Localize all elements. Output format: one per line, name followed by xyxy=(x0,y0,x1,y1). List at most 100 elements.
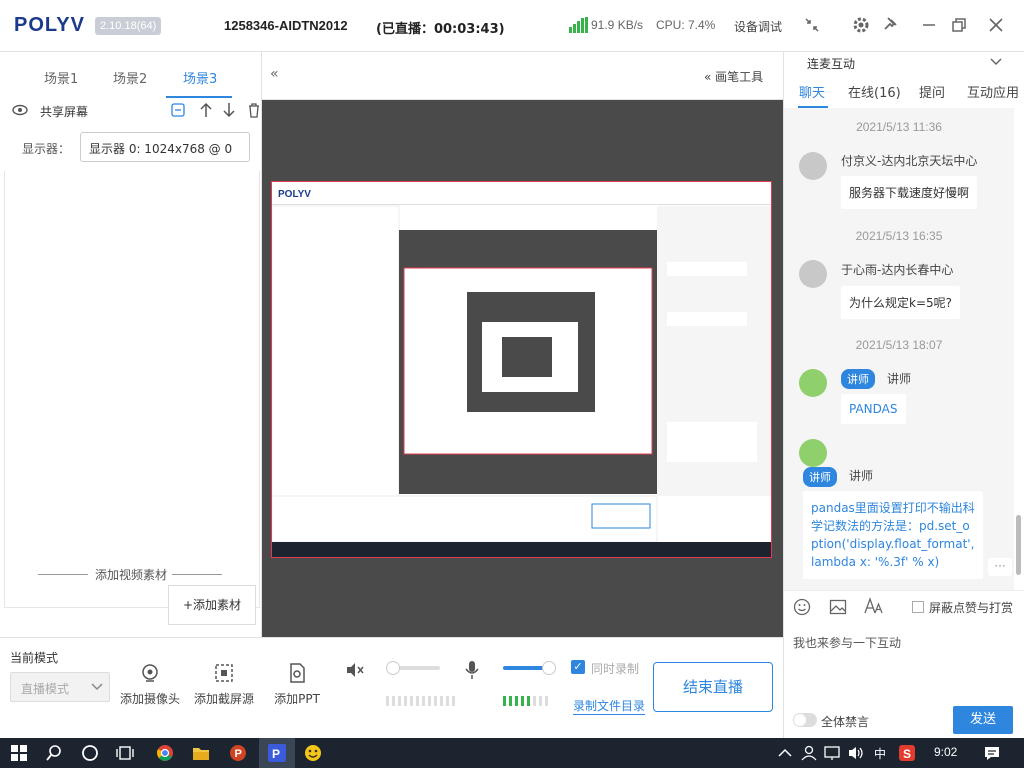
screenshot-icon xyxy=(213,662,235,684)
polyv-logo: POLYV xyxy=(14,14,85,36)
chevron-up-icon[interactable] xyxy=(776,744,794,762)
tab-online[interactable]: 在线(16) xyxy=(848,82,901,101)
message-username: 讲师 xyxy=(887,372,912,386)
collapse-arrows-icon[interactable] xyxy=(801,14,823,36)
record-dir-link[interactable]: 录制文件目录 xyxy=(573,697,646,715)
mode-select-value: 直播模式 xyxy=(21,682,70,696)
active-tab-indicator xyxy=(166,96,232,98)
source-name: 共享屏幕 xyxy=(40,105,89,119)
divider-right xyxy=(172,574,222,575)
svg-text:POLYV: POLYV xyxy=(278,189,311,200)
search-icon[interactable] xyxy=(45,744,63,762)
image-icon[interactable] xyxy=(829,598,847,616)
pin-icon[interactable] xyxy=(880,14,902,36)
cpu-usage: CPU: 7.4% xyxy=(656,18,716,32)
sync-record-checkbox[interactable]: ✓ xyxy=(571,660,585,674)
close-icon[interactable] xyxy=(985,14,1007,36)
message-bubble: 为什么规定k=5呢? xyxy=(841,286,961,319)
avatar xyxy=(799,369,827,397)
sogou-icon[interactable]: S xyxy=(898,744,916,762)
move-down-icon[interactable] xyxy=(222,102,236,118)
divider-left xyxy=(38,574,88,575)
ppt-icon xyxy=(286,662,308,684)
mute-all-toggle-knob xyxy=(794,714,806,726)
polyv-taskbar-item[interactable]: P xyxy=(259,738,295,768)
message-timestamp: 2021/5/13 16:35 xyxy=(855,229,943,243)
tab-chat[interactable]: 聊天 xyxy=(799,82,825,101)
network-speed: 91.9 KB/s xyxy=(591,18,644,32)
mic-slider-knob[interactable] xyxy=(542,661,556,675)
speaker-muted-icon[interactable] xyxy=(345,662,365,678)
gear-icon[interactable] xyxy=(850,14,872,36)
device-debug-button[interactable]: 设备调试 xyxy=(734,18,782,35)
chrome-icon[interactable] xyxy=(156,744,174,762)
message-username: 讲师 xyxy=(849,469,874,483)
notification-icon[interactable] xyxy=(983,744,1001,762)
cortana-icon[interactable] xyxy=(81,744,99,762)
windows-start-icon[interactable] xyxy=(10,744,28,762)
pen-tools-button[interactable]: « 画笔工具 xyxy=(704,68,763,85)
task-view-icon[interactable] xyxy=(116,744,134,762)
restore-icon[interactable] xyxy=(948,14,970,36)
message-username: 于心雨-达内长春中心 xyxy=(841,263,954,277)
block-likes-checkbox[interactable] xyxy=(912,601,924,613)
chat-scrollbar[interactable] xyxy=(1016,515,1021,575)
add-camera-button[interactable]: 添加摄像头 xyxy=(115,662,185,707)
signal-icon xyxy=(569,17,589,33)
avatar xyxy=(799,152,827,180)
mic-linked-header[interactable]: 连麦互动 xyxy=(807,55,855,72)
tab-scene-3[interactable]: 场景3 xyxy=(183,68,217,87)
avatar xyxy=(799,260,827,288)
display-select[interactable]: 显示器 0: 1024x768 @ 0 xyxy=(80,132,250,162)
add-ppt-button[interactable]: 添加PPT xyxy=(262,662,332,707)
taskbar-clock[interactable]: 9:02 xyxy=(934,745,957,759)
add-screen-button[interactable]: 添加截屏源 xyxy=(189,662,259,707)
mode-label: 当前模式 xyxy=(10,651,59,665)
version-badge: 2.10.18(64) xyxy=(95,17,162,35)
remove-source-icon[interactable] xyxy=(171,103,185,117)
powerpoint-icon[interactable]: P xyxy=(229,744,247,762)
collapse-left-button[interactable]: « xyxy=(270,66,279,82)
camera-icon xyxy=(139,662,161,684)
chevron-down-icon[interactable] xyxy=(990,58,1002,66)
trash-icon[interactable] xyxy=(247,102,261,118)
add-material-button[interactable]: +添加素材 xyxy=(168,585,256,625)
display-label: 显示器： xyxy=(22,142,71,156)
emoji-icon[interactable] xyxy=(793,598,811,616)
add-camera-label: 添加摄像头 xyxy=(119,692,180,706)
tab-interactive-apps[interactable]: 互动应用 xyxy=(967,82,1019,101)
teacher-badge: 讲师 xyxy=(803,467,837,487)
tab-questions[interactable]: 提问 xyxy=(919,82,945,101)
room-id: 1258346-AIDTN2012 xyxy=(224,18,348,33)
tab-scene-1[interactable]: 场景1 xyxy=(44,68,78,87)
more-options-button[interactable]: ··· xyxy=(988,558,1012,576)
add-ppt-label: 添加PPT xyxy=(274,692,320,706)
tab-scene-2[interactable]: 场景2 xyxy=(113,68,147,87)
screen-capture-preview[interactable]: POLYV xyxy=(271,181,772,558)
person-icon[interactable] xyxy=(800,744,818,762)
svg-text:P: P xyxy=(272,747,280,761)
chevron-down-icon xyxy=(91,683,103,691)
move-up-icon[interactable] xyxy=(199,102,213,118)
svg-text:S: S xyxy=(903,747,911,761)
volume-slider-knob[interactable] xyxy=(386,661,400,675)
input-method-indicator[interactable]: 中 xyxy=(874,745,886,762)
message-timestamp: 2021/5/13 11:36 xyxy=(856,120,942,134)
minimize-icon[interactable] xyxy=(918,14,940,36)
file-explorer-icon[interactable] xyxy=(192,744,210,762)
volume-icon[interactable] xyxy=(847,744,865,762)
emoji-app-icon[interactable] xyxy=(304,744,322,762)
volume-meter xyxy=(386,696,455,706)
chat-input[interactable]: 我也来参与一下互动 xyxy=(793,634,901,651)
network-icon[interactable] xyxy=(823,744,841,762)
eye-icon[interactable] xyxy=(12,104,28,116)
message-username: 付京义-达内北京天坛中心 xyxy=(841,154,978,168)
source-list-area xyxy=(4,171,260,608)
mic-level-meter xyxy=(503,696,548,706)
mute-all-label: 全体禁言 xyxy=(821,715,870,729)
microphone-icon[interactable] xyxy=(465,660,479,680)
font-size-icon[interactable] xyxy=(864,597,884,615)
send-button[interactable]: 发送 xyxy=(953,706,1013,734)
teacher-badge: 讲师 xyxy=(841,369,875,389)
end-live-button[interactable]: 结束直播 xyxy=(653,662,773,712)
